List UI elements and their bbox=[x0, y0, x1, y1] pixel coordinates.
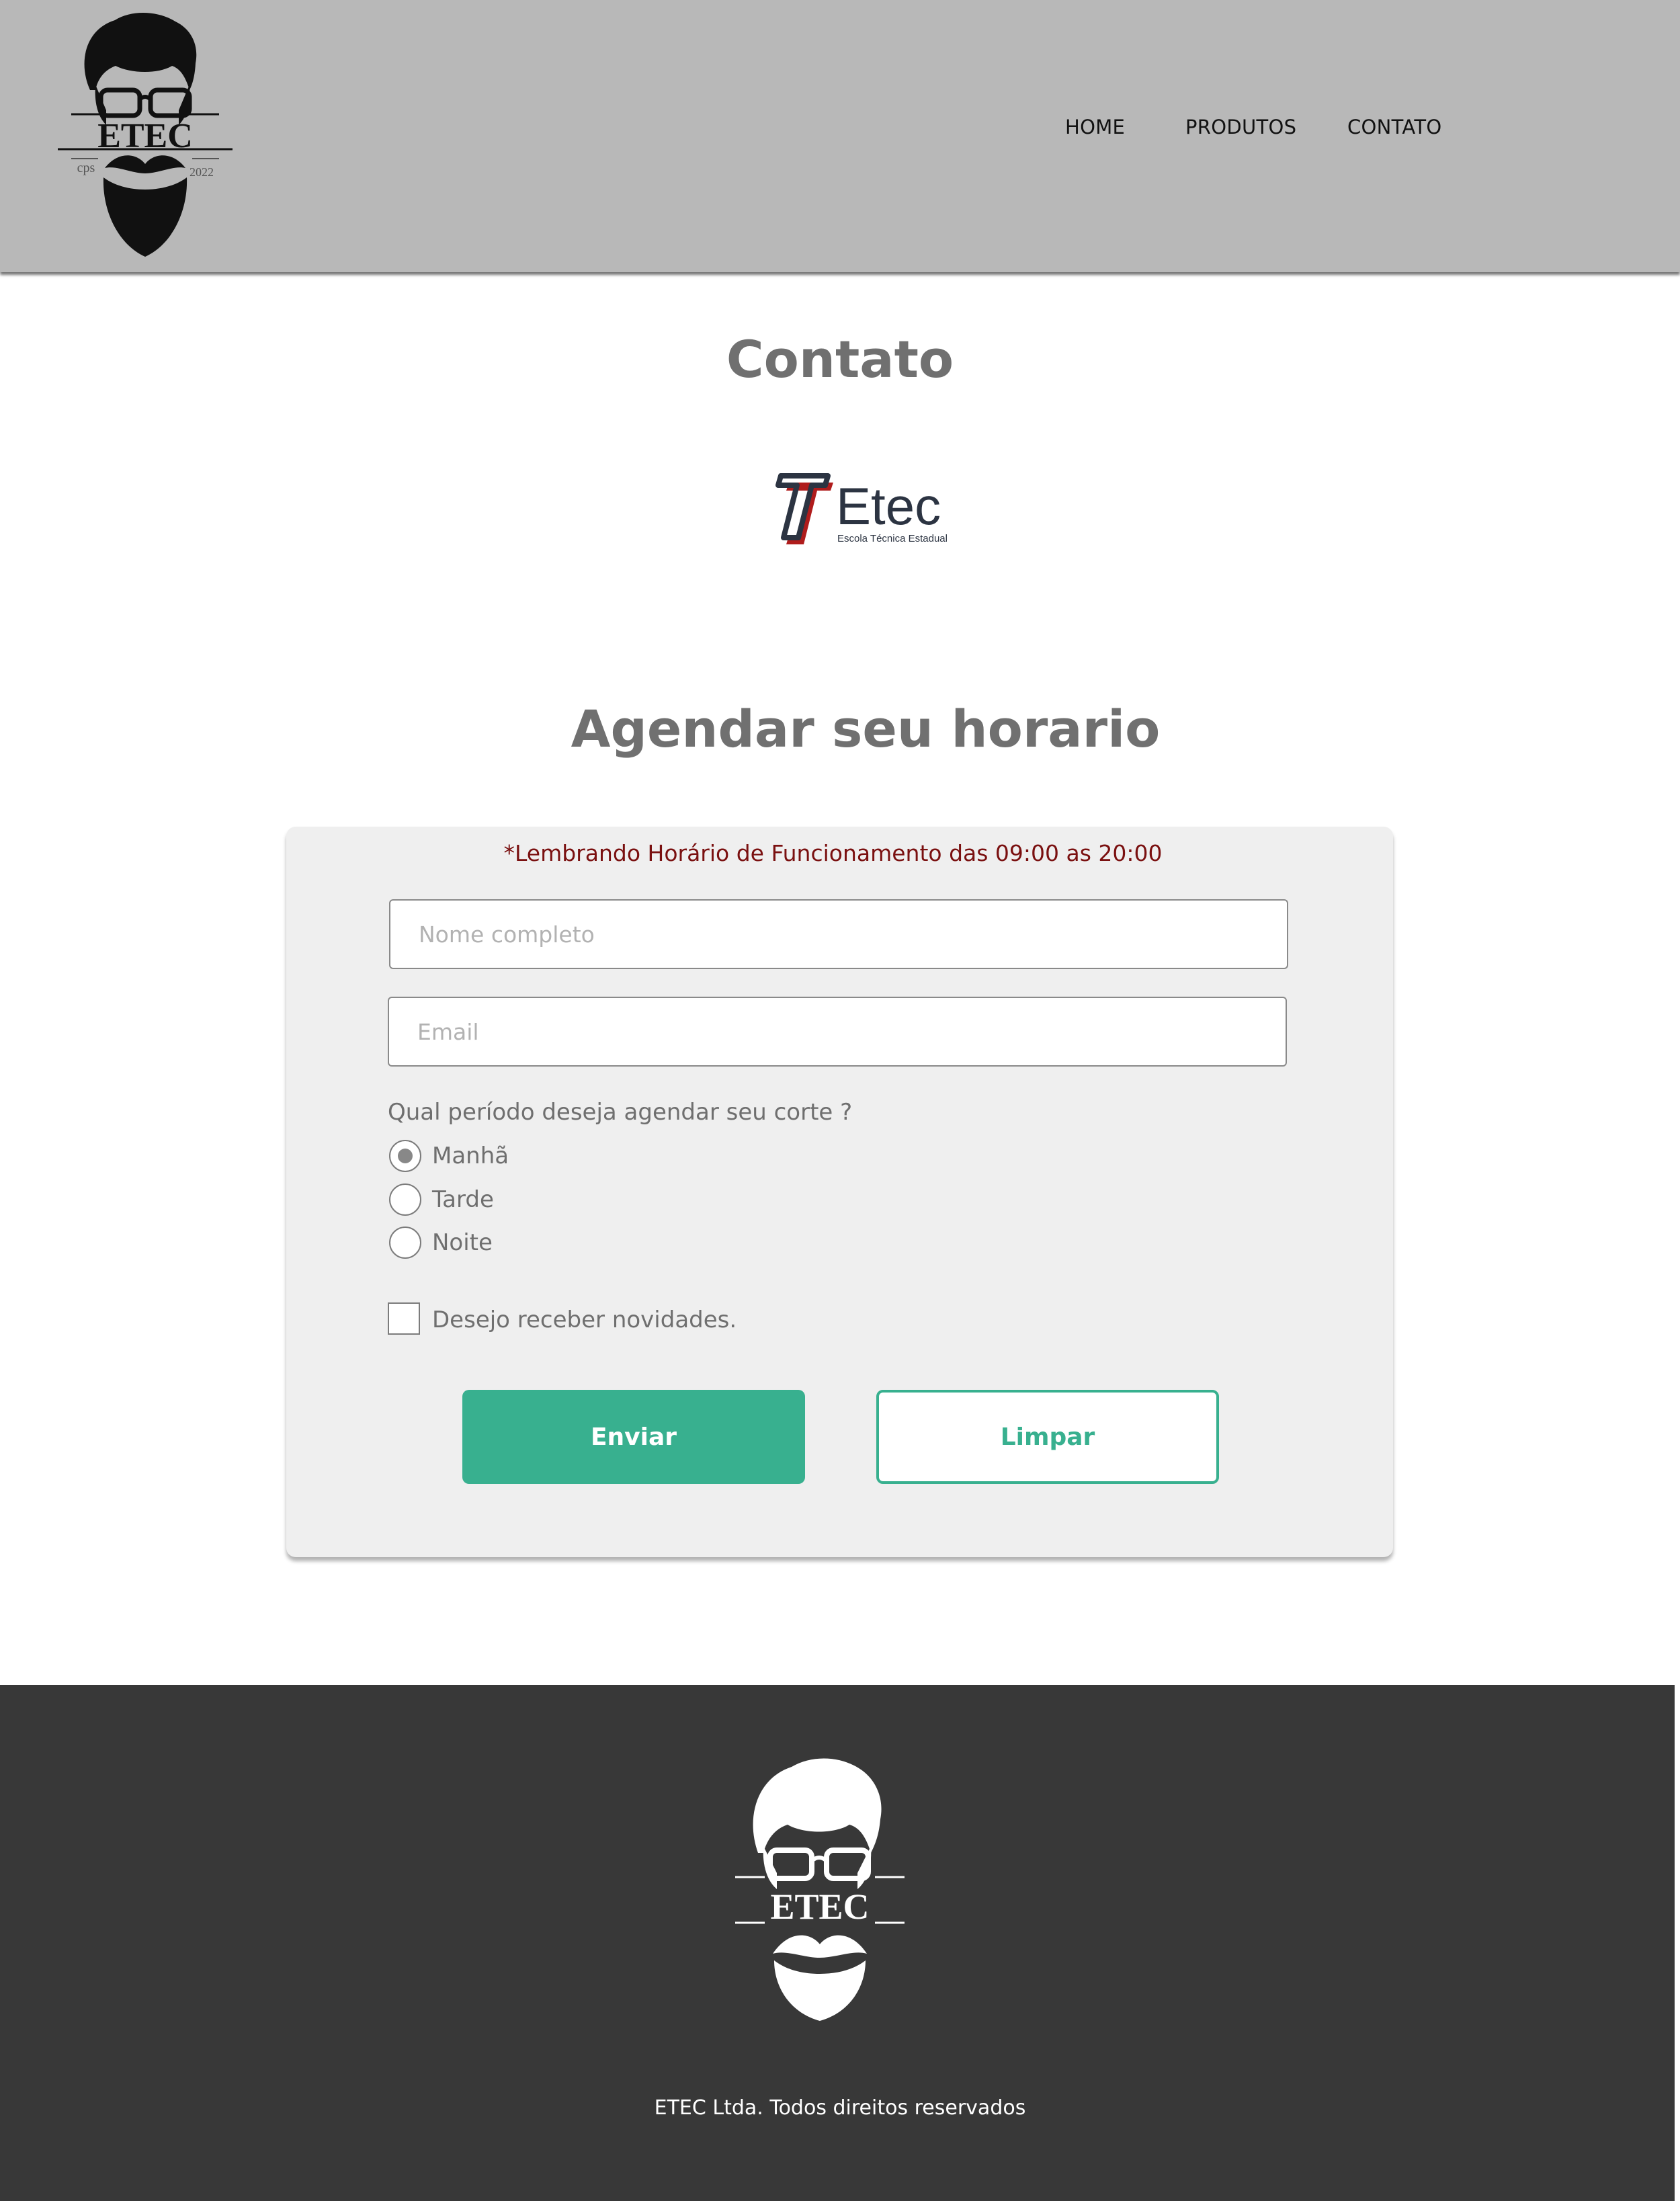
newsletter-checkbox[interactable] bbox=[388, 1302, 420, 1335]
email-input[interactable] bbox=[388, 997, 1287, 1067]
etec-school-logo: Etec Escola Técnica Estadual bbox=[775, 473, 948, 544]
schedule-form: *Lembrando Horário de Funcionamento das … bbox=[286, 827, 1393, 1557]
radio-button[interactable] bbox=[389, 1140, 421, 1172]
radio-label: Manhã bbox=[432, 1143, 509, 1169]
opening-hours-notice: *Lembrando Horário de Funcionamento das … bbox=[503, 840, 1163, 866]
nav-contato-link[interactable]: CONTATO bbox=[1347, 116, 1441, 138]
copyright-text: ETEC Ltda. Todos direitos reservados bbox=[654, 2096, 1026, 2120]
main-nav: HOME PRODUTOS CONTATO bbox=[0, 116, 1680, 142]
newsletter-label: Desejo receber novidades. bbox=[432, 1306, 737, 1333]
radio-button[interactable] bbox=[389, 1227, 421, 1259]
nav-home-link[interactable]: HOME bbox=[1065, 116, 1125, 138]
radio-label: Tarde bbox=[432, 1186, 494, 1213]
svg-text:Etec: Etec bbox=[836, 476, 941, 536]
nav-produtos-link[interactable]: PRODUTOS bbox=[1185, 116, 1296, 138]
radio-label: Noite bbox=[432, 1229, 493, 1256]
send-button[interactable]: Enviar bbox=[462, 1390, 805, 1484]
svg-text:Escola Técnica Estadual: Escola Técnica Estadual bbox=[837, 533, 948, 544]
period-question: Qual período deseja agendar seu corte ? bbox=[388, 1099, 853, 1126]
barber-logo-icon: ETEC bbox=[735, 1758, 905, 2021]
section-title: Agendar seu horario bbox=[571, 699, 1161, 759]
site-header: ETEC cps 2022 HOME PRODUTOS CONTATO bbox=[0, 0, 1680, 272]
svg-text:2022: 2022 bbox=[190, 165, 214, 179]
svg-text:cps: cps bbox=[77, 161, 95, 175]
svg-text:ETEC: ETEC bbox=[770, 1886, 869, 1927]
clear-button[interactable]: Limpar bbox=[876, 1390, 1219, 1484]
name-input[interactable] bbox=[389, 899, 1288, 969]
radio-button[interactable] bbox=[389, 1183, 421, 1216]
page-title: Contato bbox=[726, 329, 954, 389]
site-footer: ETEC ETEC Ltda. Todos direitos reservado… bbox=[0, 1685, 1675, 2201]
